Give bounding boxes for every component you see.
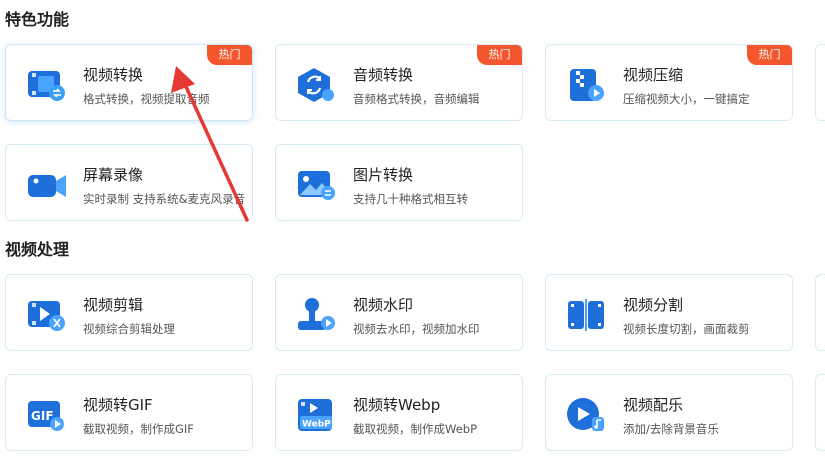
card-desc: 视频长度切割，画面裁剪 <box>623 322 750 336</box>
audio-convert-icon <box>296 67 336 103</box>
card-desc: 支持几十种格式相互转 <box>353 192 468 206</box>
card-desc: 实时录制 支持系统&麦克风录音 <box>83 192 246 206</box>
section-title-video-processing: 视频处理 <box>5 240 70 259</box>
card-partial-edge[interactable] <box>815 44 825 121</box>
hot-badge: 热门 <box>747 45 792 65</box>
card-title: 视频水印 <box>353 296 414 314</box>
card-video-to-webp[interactable]: WebP 视频转Webp 截取视频，制作成WebP <box>275 374 523 451</box>
card-desc: 音频格式转换，音频编辑 <box>353 92 480 106</box>
screen-record-icon <box>26 167 66 203</box>
card-video-convert[interactable]: 视频转换 格式转换，视频提取音频 热门 <box>5 44 253 121</box>
video-to-gif-icon: GIF <box>26 397 66 433</box>
card-desc: 视频综合剪辑处理 <box>83 322 175 336</box>
image-convert-icon <box>296 167 336 203</box>
hot-badge: 热门 <box>477 45 522 65</box>
video-edit-icon <box>26 297 66 333</box>
card-video-watermark[interactable]: 视频水印 视频去水印，视频加水印 <box>275 274 523 351</box>
card-desc: 格式转换，视频提取音频 <box>83 92 210 106</box>
card-video-to-gif[interactable]: GIF 视频转GIF 截取视频，制作成GIF <box>5 374 253 451</box>
card-desc: 视频去水印，视频加水印 <box>353 322 480 336</box>
card-title: 视频剪辑 <box>83 296 144 314</box>
card-partial-edge[interactable] <box>815 374 825 451</box>
card-title: 视频转Webp <box>353 396 441 414</box>
card-title: 视频转GIF <box>83 396 153 414</box>
card-title: 音频转换 <box>353 66 414 84</box>
card-video-edit[interactable]: 视频剪辑 视频综合剪辑处理 <box>5 274 253 351</box>
card-title: 视频压缩 <box>623 66 684 84</box>
card-title: 视频分割 <box>623 296 684 314</box>
card-image-convert[interactable]: 图片转换 支持几十种格式相互转 <box>275 144 523 221</box>
section-title-featured: 特色功能 <box>5 10 70 29</box>
card-desc: 添加/去除背景音乐 <box>623 422 719 436</box>
video-split-icon <box>566 297 606 333</box>
card-desc: 截取视频，制作成WebP <box>353 422 478 436</box>
video-to-webp-icon: WebP <box>296 397 336 433</box>
card-video-split[interactable]: 视频分割 视频长度切割，画面裁剪 <box>545 274 793 351</box>
card-video-compress[interactable]: 视频压缩 压缩视频大小，一键搞定 热门 <box>545 44 793 121</box>
card-partial-edge[interactable] <box>815 274 825 351</box>
webp-icon-text: WebP <box>302 420 331 430</box>
card-title: 屏幕录像 <box>83 166 144 184</box>
card-title: 图片转换 <box>353 166 414 184</box>
card-title: 视频转换 <box>83 66 144 84</box>
card-desc: 压缩视频大小，一键搞定 <box>623 92 750 106</box>
video-music-icon <box>566 397 606 433</box>
video-compress-icon <box>566 67 606 103</box>
card-video-music[interactable]: 视频配乐 添加/去除背景音乐 <box>545 374 793 451</box>
video-watermark-icon <box>296 297 336 333</box>
video-convert-icon <box>26 67 66 103</box>
card-audio-convert[interactable]: 音频转换 音频格式转换，音频编辑 热门 <box>275 44 523 121</box>
hot-badge: 热门 <box>207 45 252 65</box>
card-desc: 截取视频，制作成GIF <box>83 422 194 436</box>
gif-icon-text: GIF <box>31 409 54 423</box>
card-screen-record[interactable]: 屏幕录像 实时录制 支持系统&麦克风录音 <box>5 144 253 221</box>
card-title: 视频配乐 <box>623 396 684 414</box>
